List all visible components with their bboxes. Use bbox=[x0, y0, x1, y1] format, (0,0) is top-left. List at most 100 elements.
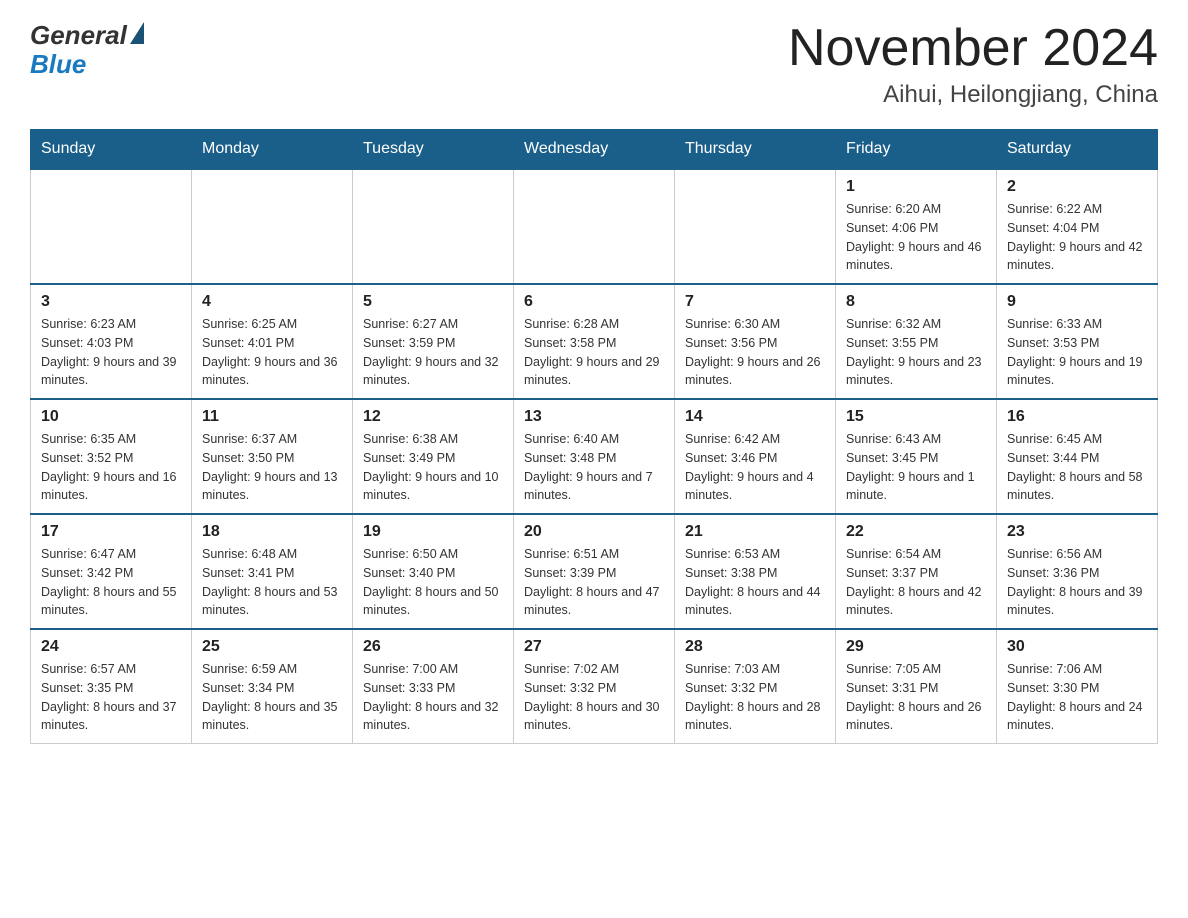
day-info: Sunrise: 6:37 AM Sunset: 3:50 PM Dayligh… bbox=[202, 430, 342, 505]
day-cell-24: 24Sunrise: 6:57 AM Sunset: 3:35 PM Dayli… bbox=[31, 629, 192, 744]
day-cell-7: 7Sunrise: 6:30 AM Sunset: 3:56 PM Daylig… bbox=[675, 284, 836, 399]
day-info: Sunrise: 6:56 AM Sunset: 3:36 PM Dayligh… bbox=[1007, 545, 1147, 620]
week-row-3: 10 Sunrise: 6:35 AM Sunset: 3:52 PM Dayli… bbox=[31, 399, 1158, 514]
day-cell-5: 5 Sunrise: 6:27 AM Sunset: 3:59 PM Daylig… bbox=[353, 284, 514, 399]
day-number: 24 bbox=[41, 638, 181, 656]
day-cell-6: 6Sunrise: 6:28 AM Sunset: 3:58 PM Daylig… bbox=[514, 284, 675, 399]
day-number: 25 bbox=[202, 638, 342, 656]
day-number: 3 bbox=[41, 293, 181, 311]
day-info: Sunrise: 7:02 AM Sunset: 3:32 PM Dayligh… bbox=[524, 660, 664, 735]
day-cell-17: 17 Sunrise: 6:47 AM Sunset: 3:42 PM Dayli… bbox=[31, 514, 192, 629]
day-info: Sunrise: 6:30 AM Sunset: 3:56 PM Dayligh… bbox=[685, 315, 825, 390]
day-cell-25: 25 Sunrise: 6:59 AM Sunset: 3:34 PM Dayli… bbox=[192, 629, 353, 744]
day-cell-20: 20 Sunrise: 6:51 AM Sunset: 3:39 PM Dayli… bbox=[514, 514, 675, 629]
day-number: 21 bbox=[685, 523, 825, 541]
day-info: Sunrise: 6:54 AM Sunset: 3:37 PM Dayligh… bbox=[846, 545, 986, 620]
day-cell-11: 11 Sunrise: 6:37 AM Sunset: 3:50 PM Dayli… bbox=[192, 399, 353, 514]
day-number: 27 bbox=[524, 638, 664, 656]
logo: General Blue bbox=[30, 20, 144, 80]
day-number: 29 bbox=[846, 638, 986, 656]
day-info: Sunrise: 7:06 AM Sunset: 3:30 PM Dayligh… bbox=[1007, 660, 1147, 735]
day-number: 19 bbox=[363, 523, 503, 541]
col-header-friday: Friday bbox=[836, 130, 997, 170]
day-info: Sunrise: 7:03 AM Sunset: 3:32 PM Dayligh… bbox=[685, 660, 825, 735]
day-number: 6 bbox=[524, 293, 664, 311]
day-info: Sunrise: 6:43 AM Sunset: 3:45 PM Dayligh… bbox=[846, 430, 986, 505]
day-cell-empty bbox=[31, 169, 192, 284]
day-cell-22: 22 Sunrise: 6:54 AM Sunset: 3:37 PM Dayli… bbox=[836, 514, 997, 629]
calendar-subtitle: Aihui, Heilongjiang, China bbox=[788, 81, 1158, 109]
day-info: Sunrise: 6:27 AM Sunset: 3:59 PM Dayligh… bbox=[363, 315, 503, 390]
day-cell-1: 1 Sunrise: 6:20 AM Sunset: 4:06 PM Daylig… bbox=[836, 169, 997, 284]
day-info: Sunrise: 6:20 AM Sunset: 4:06 PM Dayligh… bbox=[846, 200, 986, 275]
day-cell-19: 19 Sunrise: 6:50 AM Sunset: 3:40 PM Dayli… bbox=[353, 514, 514, 629]
day-number: 1 bbox=[846, 178, 986, 196]
col-header-monday: Monday bbox=[192, 130, 353, 170]
day-number: 11 bbox=[202, 408, 342, 426]
day-info: Sunrise: 6:47 AM Sunset: 3:42 PM Dayligh… bbox=[41, 545, 181, 620]
day-info: Sunrise: 6:40 AM Sunset: 3:48 PM Dayligh… bbox=[524, 430, 664, 505]
day-info: Sunrise: 6:32 AM Sunset: 3:55 PM Dayligh… bbox=[846, 315, 986, 390]
day-info: Sunrise: 6:35 AM Sunset: 3:52 PM Dayligh… bbox=[41, 430, 181, 505]
day-number: 17 bbox=[41, 523, 181, 541]
day-cell-23: 23Sunrise: 6:56 AM Sunset: 3:36 PM Dayli… bbox=[997, 514, 1158, 629]
day-number: 8 bbox=[846, 293, 986, 311]
week-row-4: 17 Sunrise: 6:47 AM Sunset: 3:42 PM Dayli… bbox=[31, 514, 1158, 629]
day-info: Sunrise: 6:51 AM Sunset: 3:39 PM Dayligh… bbox=[524, 545, 664, 620]
col-header-saturday: Saturday bbox=[997, 130, 1158, 170]
day-cell-16: 16 Sunrise: 6:45 AM Sunset: 3:44 PM Dayli… bbox=[997, 399, 1158, 514]
day-cell-14: 14Sunrise: 6:42 AM Sunset: 3:46 PM Dayli… bbox=[675, 399, 836, 514]
day-number: 28 bbox=[685, 638, 825, 656]
day-number: 26 bbox=[363, 638, 503, 656]
day-info: Sunrise: 6:59 AM Sunset: 3:34 PM Dayligh… bbox=[202, 660, 342, 735]
logo-general-text: General bbox=[30, 20, 127, 51]
week-row-5: 24Sunrise: 6:57 AM Sunset: 3:35 PM Dayli… bbox=[31, 629, 1158, 744]
calendar-table: Sunday Monday Tuesday Wednesday Thursday… bbox=[30, 129, 1158, 744]
day-info: Sunrise: 6:22 AM Sunset: 4:04 PM Dayligh… bbox=[1007, 200, 1147, 275]
day-cell-26: 26 Sunrise: 7:00 AM Sunset: 3:33 PM Dayli… bbox=[353, 629, 514, 744]
day-info: Sunrise: 7:05 AM Sunset: 3:31 PM Dayligh… bbox=[846, 660, 986, 735]
day-cell-9: 9 Sunrise: 6:33 AM Sunset: 3:53 PM Daylig… bbox=[997, 284, 1158, 399]
day-number: 2 bbox=[1007, 178, 1147, 196]
page-header: General Blue November 2024 Aihui, Heilon… bbox=[30, 20, 1158, 109]
day-cell-28: 28 Sunrise: 7:03 AM Sunset: 3:32 PM Dayli… bbox=[675, 629, 836, 744]
col-header-wednesday: Wednesday bbox=[514, 130, 675, 170]
day-number: 5 bbox=[363, 293, 503, 311]
day-number: 16 bbox=[1007, 408, 1147, 426]
day-number: 15 bbox=[846, 408, 986, 426]
day-number: 20 bbox=[524, 523, 664, 541]
day-info: Sunrise: 6:33 AM Sunset: 3:53 PM Dayligh… bbox=[1007, 315, 1147, 390]
day-cell-8: 8 Sunrise: 6:32 AM Sunset: 3:55 PM Daylig… bbox=[836, 284, 997, 399]
day-cell-18: 18 Sunrise: 6:48 AM Sunset: 3:41 PM Dayli… bbox=[192, 514, 353, 629]
day-info: Sunrise: 6:53 AM Sunset: 3:38 PM Dayligh… bbox=[685, 545, 825, 620]
day-cell-30: 30 Sunrise: 7:06 AM Sunset: 3:30 PM Dayli… bbox=[997, 629, 1158, 744]
day-info: Sunrise: 6:25 AM Sunset: 4:01 PM Dayligh… bbox=[202, 315, 342, 390]
day-info: Sunrise: 6:42 AM Sunset: 3:46 PM Dayligh… bbox=[685, 430, 825, 505]
col-header-sunday: Sunday bbox=[31, 130, 192, 170]
day-cell-10: 10 Sunrise: 6:35 AM Sunset: 3:52 PM Dayli… bbox=[31, 399, 192, 514]
day-cell-29: 29 Sunrise: 7:05 AM Sunset: 3:31 PM Dayli… bbox=[836, 629, 997, 744]
day-number: 22 bbox=[846, 523, 986, 541]
day-cell-12: 12Sunrise: 6:38 AM Sunset: 3:49 PM Dayli… bbox=[353, 399, 514, 514]
week-row-1: 1 Sunrise: 6:20 AM Sunset: 4:06 PM Daylig… bbox=[31, 169, 1158, 284]
day-cell-4: 4 Sunrise: 6:25 AM Sunset: 4:01 PM Daylig… bbox=[192, 284, 353, 399]
day-number: 12 bbox=[363, 408, 503, 426]
day-cell-empty bbox=[675, 169, 836, 284]
day-number: 4 bbox=[202, 293, 342, 311]
day-number: 9 bbox=[1007, 293, 1147, 311]
col-header-tuesday: Tuesday bbox=[353, 130, 514, 170]
day-info: Sunrise: 6:48 AM Sunset: 3:41 PM Dayligh… bbox=[202, 545, 342, 620]
day-cell-empty bbox=[514, 169, 675, 284]
logo-triangle-icon bbox=[130, 22, 144, 44]
day-number: 13 bbox=[524, 408, 664, 426]
day-number: 10 bbox=[41, 408, 181, 426]
day-info: Sunrise: 7:00 AM Sunset: 3:33 PM Dayligh… bbox=[363, 660, 503, 735]
day-info: Sunrise: 6:23 AM Sunset: 4:03 PM Dayligh… bbox=[41, 315, 181, 390]
day-number: 30 bbox=[1007, 638, 1147, 656]
day-number: 18 bbox=[202, 523, 342, 541]
day-info: Sunrise: 6:50 AM Sunset: 3:40 PM Dayligh… bbox=[363, 545, 503, 620]
day-cell-13: 13 Sunrise: 6:40 AM Sunset: 3:48 PM Dayli… bbox=[514, 399, 675, 514]
day-cell-empty bbox=[353, 169, 514, 284]
day-cell-3: 3 Sunrise: 6:23 AM Sunset: 4:03 PM Daylig… bbox=[31, 284, 192, 399]
day-info: Sunrise: 6:45 AM Sunset: 3:44 PM Dayligh… bbox=[1007, 430, 1147, 505]
